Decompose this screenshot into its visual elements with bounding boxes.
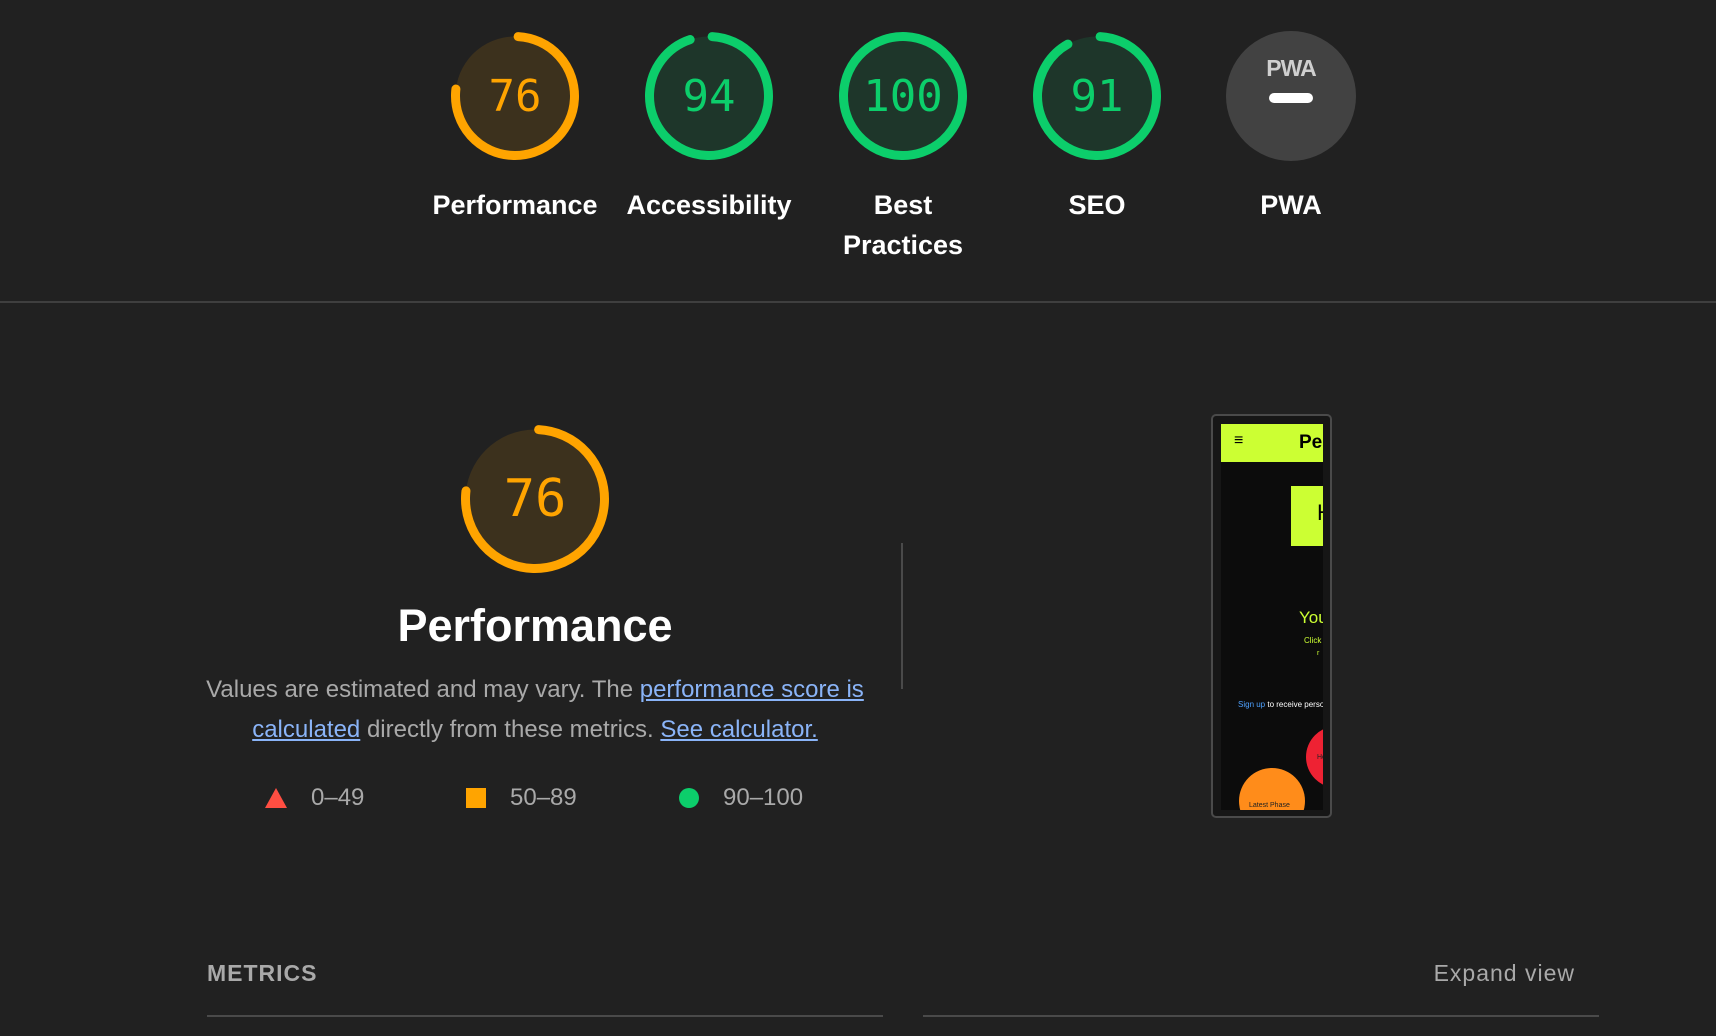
performance-gauge: 76 — [460, 424, 610, 574]
gauge-performance[interactable]: 76 Performance — [425, 31, 605, 225]
thumb-hero-block: H — [1291, 486, 1323, 546]
pwa-dash-icon — [1269, 93, 1313, 103]
description-text: directly from these metrics. — [360, 716, 661, 743]
triangle-icon — [265, 788, 287, 808]
performance-score: 76 — [503, 469, 567, 529]
description-text: Values are estimated and may vary. The — [206, 676, 640, 703]
performance-title: Performance — [397, 600, 673, 651]
lighthouse-report: 76 Performance 94 Accessibility 100 Best… — [0, 0, 1716, 1036]
thumb-signup-link: Sign up — [1238, 700, 1266, 709]
thumb-red-text: He — [1317, 754, 1323, 761]
gauge-label: PWA — [1260, 190, 1322, 220]
legend-average: 50–89 — [466, 784, 577, 812]
gauge-label: Accessibility — [626, 190, 792, 220]
legend-label: 90–100 — [723, 784, 804, 811]
gauge-label: SEO — [1068, 190, 1126, 220]
gauge-pwa[interactable]: PWA PWA — [1201, 31, 1381, 225]
legend-fail: 0–49 — [265, 784, 364, 812]
gauge-score: 94 — [682, 70, 736, 122]
metric-divider-left — [207, 1015, 883, 1017]
section-divider — [0, 301, 1716, 303]
final-screenshot-thumbnail[interactable]: ≡ Pe H You Click r Sign up to receive pe… — [1211, 414, 1332, 818]
screenshot-content: ≡ Pe H You Click r Sign up to receive pe… — [1221, 424, 1323, 810]
see-calculator-link[interactable]: See calculator. — [660, 716, 817, 743]
legend-label: 0–49 — [311, 784, 365, 811]
thumb-heading: You — [1299, 608, 1323, 627]
circle-icon — [679, 788, 699, 808]
pwa-badge: PWA — [1226, 31, 1356, 161]
metrics-heading: METRICS — [207, 960, 318, 986]
pwa-logo-icon: PWA — [1266, 55, 1316, 81]
gauge-score: 91 — [1070, 70, 1124, 122]
gauge-ring: 94 — [644, 31, 774, 161]
thumb-signup-rest: to receive perso — [1265, 700, 1323, 709]
gauge-accessibility[interactable]: 94 Accessibility — [619, 31, 799, 225]
gauge-label: Best Practices — [842, 190, 964, 260]
gauge-score: 76 — [488, 70, 542, 122]
performance-description: Values are estimated and may vary. The p… — [205, 670, 865, 750]
thumb-hero-text: H — [1317, 500, 1323, 526]
gauge-label: Performance — [432, 190, 598, 220]
legend-pass: 90–100 — [679, 784, 803, 812]
thumb-menu-icon: ≡ — [1234, 432, 1244, 449]
thumb-brand: Pe — [1299, 432, 1323, 453]
thumb-subtext: Click — [1304, 636, 1322, 645]
gauge-ring: 91 — [1032, 31, 1162, 161]
expand-view-toggle[interactable]: Expand view — [1400, 960, 1575, 987]
gauge-ring: 76 — [450, 31, 580, 161]
gauge-score: 100 — [863, 70, 943, 122]
thumb-subtext: r — [1317, 650, 1320, 657]
gauge-seo[interactable]: 91 SEO — [1007, 31, 1187, 225]
thumb-signup-text: Sign up to receive perso — [1238, 700, 1323, 709]
thumb-orange-text: Latest Phase — [1249, 802, 1290, 809]
score-gauges-row: 76 Performance 94 Accessibility 100 Best… — [0, 0, 1716, 302]
vertical-divider — [901, 543, 903, 689]
gauge-best-practices[interactable]: 100 Best Practices — [813, 31, 993, 265]
legend-label: 50–89 — [510, 784, 577, 811]
metric-divider-right — [923, 1015, 1599, 1017]
gauge-ring: 100 — [838, 31, 968, 161]
thumb-header-bar: ≡ Pe — [1221, 424, 1323, 462]
square-icon — [466, 788, 486, 808]
